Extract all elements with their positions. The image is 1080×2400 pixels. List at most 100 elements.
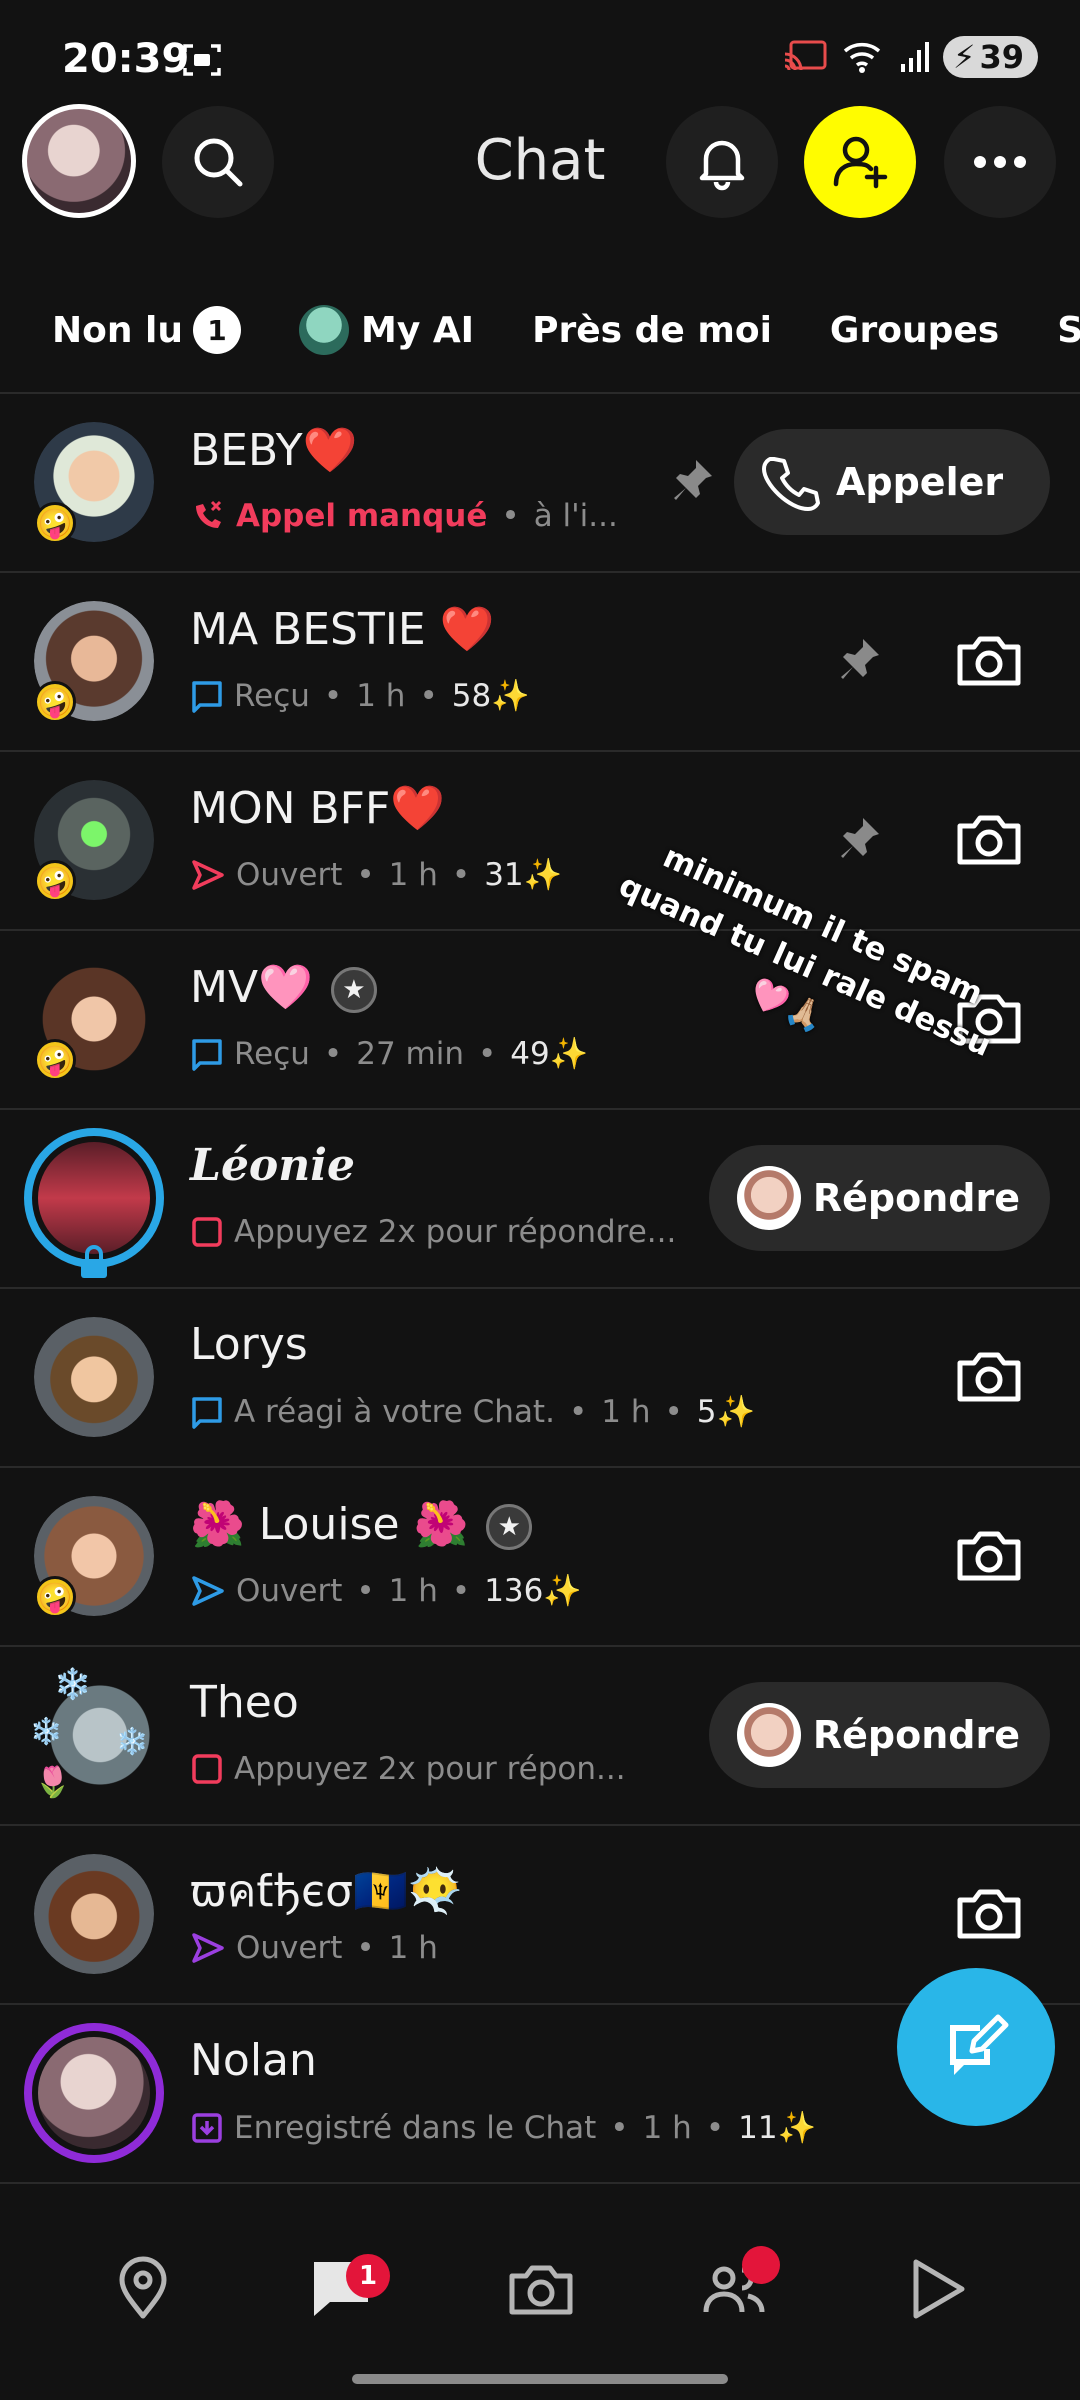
chat-row[interactable]: Léonie Appuyez 2x pour répondre... Répon… (0, 1110, 1080, 1289)
tab-without[interactable]: Sans (1057, 310, 1080, 351)
chat-name: MON BFF❤️ (190, 783, 446, 834)
chat-status: Ouvert • 1 h • 136✨ (190, 1572, 582, 1609)
screen-record-icon (183, 44, 221, 76)
chat-name: ϖคƭђєσ🇧🇧😶‍🌫️ (190, 1866, 463, 1917)
chat-status: Reçu • 27 min • 49✨ (190, 1035, 588, 1072)
friend-emoji-badge: 🤪 (34, 860, 76, 902)
camera-icon[interactable] (954, 625, 1024, 695)
story-avatar[interactable] (24, 2023, 164, 2163)
map-icon[interactable] (108, 2254, 178, 2324)
reply-button[interactable]: Répondre (708, 1682, 1050, 1788)
chat-name: 🌺 Louise 🌺 ★ (190, 1498, 533, 1550)
camera-nav-icon[interactable] (506, 2254, 576, 2324)
more-options-button[interactable] (944, 106, 1056, 218)
lock-icon (81, 1245, 107, 1278)
snowflake-icon: ❄️ (116, 1727, 149, 1757)
chat-name: BEBY❤️ (190, 425, 358, 476)
chat-status: Enregistré dans le Chat • 1 h • 11✨ (190, 2109, 816, 2146)
chat-name: Nolan (190, 2035, 317, 2086)
more-dots-icon (974, 156, 1026, 168)
avatar (34, 1854, 154, 1974)
chat-unread-badge: 1 (346, 2254, 390, 2298)
notifications-button[interactable] (666, 106, 778, 218)
home-indicator[interactable] (352, 2374, 728, 2384)
chat-status: A réagi à votre Chat. • 1 h • 5✨ (190, 1393, 755, 1430)
chat-name: MV🩷 ★ (190, 961, 377, 1013)
opened-chat-icon (192, 1575, 224, 1606)
friends-notification-dot (742, 2246, 780, 2284)
friend-emoji-badge: 🤪 (34, 681, 76, 723)
tab-groups[interactable]: Groupes (830, 310, 999, 351)
signal-icon (901, 42, 929, 72)
wifi-icon (843, 43, 881, 73)
pin-icon (841, 818, 879, 858)
play-icon[interactable] (902, 2254, 972, 2324)
friend-emoji-badge: 🤪 (34, 502, 76, 544)
friend-emoji-badge: 🤪 (34, 1039, 76, 1081)
chat-status: Ouvert • 1 h (190, 1930, 438, 1966)
chat-row[interactable]: ϖคƭђєσ🇧🇧😶‍🌫️ Ouvert • 1 h (0, 1826, 1080, 2005)
new-chat-icon (950, 2014, 1009, 2075)
bitmoji-avatar (736, 1703, 801, 1767)
chat-status: Reçu • 1 h • 58✨ (190, 677, 530, 714)
chat-row[interactable]: ❄️ ❄️ ❄️ 🌷 Theo Appuyez 2x pour répon...… (0, 1647, 1080, 1826)
chat-status: Appuyez 2x pour répon... (190, 1751, 626, 1787)
chat-name: Lorys (190, 1319, 308, 1370)
filter-tabs: Non lu 1 My AI Près de moi Groupes Sans (0, 290, 1080, 370)
status-bar: 20:39 ⚡ 39 (0, 0, 1080, 110)
snowflake-icon: ❄️ (54, 1667, 92, 1702)
camera-icon[interactable] (954, 1878, 1024, 1948)
chat-row[interactable]: Lorys A réagi à votre Chat. • 1 h • 5✨ (0, 1289, 1080, 1468)
pin-icon (674, 460, 712, 500)
bitmoji-avatar (736, 1166, 801, 1230)
chat-row[interactable]: 🤪 BEBY❤️ Appel manqué • à l'i... Appeler (0, 394, 1080, 573)
my-ai-avatar (299, 305, 349, 355)
phone-icon (762, 457, 820, 511)
new-chat-button[interactable] (897, 1968, 1055, 2126)
camera-icon[interactable] (954, 1341, 1024, 1411)
status-time: 20:39 (62, 36, 190, 82)
chat-list: 🤪 BEBY❤️ Appel manqué • à l'i... Appeler… (0, 394, 1080, 2184)
received-chat-icon (192, 1396, 222, 1429)
tab-my-ai[interactable]: My AI (299, 305, 474, 355)
chat-status: Appel manqué • à l'i... (190, 498, 618, 534)
saved-chat-icon (192, 2112, 222, 2143)
bell-icon (699, 140, 745, 191)
chat-name: Léonie (190, 1140, 355, 1191)
chat-row[interactable]: 🤪 MON BFF❤️ Ouvert • 1 h • 31✨ (0, 752, 1080, 931)
received-chat-icon (192, 1038, 222, 1071)
pin-icon (841, 639, 879, 679)
star-icon: ★ (486, 1504, 533, 1550)
chat-status: Ouvert • 1 h • 31✨ (190, 856, 562, 893)
page-title: Chat (474, 128, 606, 193)
received-chat-icon (192, 680, 222, 713)
chat-name: MA BESTIE ❤️ (190, 604, 495, 655)
chat-row[interactable]: 🤪 MA BESTIE ❤️ Reçu • 1 h • 58✨ (0, 573, 1080, 752)
tulip-icon: 🌷 (34, 1765, 72, 1800)
chat-status: Appuyez 2x pour répondre... (190, 1214, 676, 1250)
charging-icon: ⚡ (953, 38, 976, 76)
battery-indicator: ⚡ 39 (943, 36, 1038, 78)
tab-nearby[interactable]: Près de moi (532, 310, 772, 351)
header: Chat (0, 100, 1080, 230)
chat-row[interactable]: 🤪 🌺 Louise 🌺 ★ Ouvert • 1 h • 136✨ (0, 1468, 1080, 1647)
unread-count-badge: 1 (193, 306, 241, 354)
add-friend-button[interactable] (804, 106, 916, 218)
opened-snap-icon (192, 859, 224, 890)
opened-chat-icon (192, 1933, 224, 1963)
camera-icon[interactable] (954, 1520, 1024, 1590)
cast-icon (784, 40, 827, 71)
new-snap-icon (192, 1754, 222, 1784)
reply-button[interactable]: Répondre (708, 1145, 1050, 1251)
star-icon: ★ (330, 967, 377, 1013)
snowflake-icon: ❄️ (30, 1717, 63, 1747)
call-button[interactable]: Appeler (734, 429, 1050, 535)
bottom-nav: 1 (0, 2230, 1080, 2350)
new-snap-icon (192, 1217, 222, 1247)
missed-call-icon (196, 500, 222, 528)
avatar (34, 1317, 154, 1437)
tab-unread[interactable]: Non lu 1 (52, 306, 241, 354)
friend-emoji-badge: 🤪 (34, 1576, 76, 1618)
chat-name: Theo (190, 1677, 299, 1728)
camera-icon[interactable] (954, 804, 1024, 874)
